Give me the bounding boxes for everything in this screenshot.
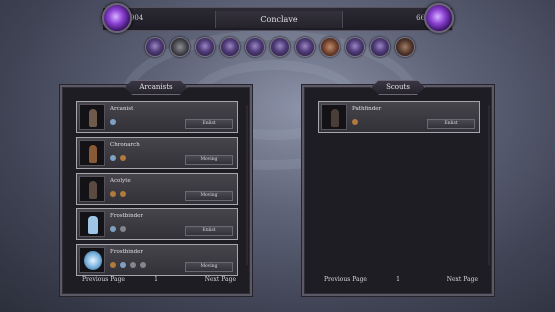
unit-traits	[110, 226, 126, 232]
arcane-icon[interactable]	[145, 37, 165, 57]
panel-title: Scouts	[371, 80, 425, 95]
unit-card[interactable]: Arcanist Enlist	[76, 101, 238, 133]
unit-name: Arcanist	[110, 106, 134, 112]
enlist-button[interactable]: Enlist	[185, 226, 233, 236]
enlist-button[interactable]: Enlist	[427, 119, 475, 129]
fire-mage-icon[interactable]	[320, 37, 340, 57]
unit-portrait	[79, 104, 105, 130]
knight-icon[interactable]	[270, 37, 290, 57]
veil-icon[interactable]	[345, 37, 365, 57]
page-number: 1	[396, 276, 400, 283]
moving-button[interactable]: Moving	[185, 191, 233, 201]
left-emblem-icon[interactable]	[102, 3, 132, 33]
pagination: Previous Page 1 Next Page	[304, 276, 492, 286]
unit-portrait	[79, 140, 105, 166]
unit-traits	[110, 119, 116, 125]
unit-card[interactable]: Frostbinder Moving	[76, 244, 238, 276]
unit-traits	[352, 119, 358, 125]
spectre-icon[interactable]	[170, 37, 190, 57]
unit-portrait	[79, 247, 105, 273]
warlock-icon[interactable]	[220, 37, 240, 57]
unit-card[interactable]: Acolyte Moving	[76, 173, 238, 205]
unit-traits	[110, 262, 146, 268]
sorcerer-icon[interactable]	[245, 37, 265, 57]
next-page-button[interactable]: Next Page	[205, 276, 236, 283]
scouts-panel: Scouts Pathfinder Enlist Previous Page 1…	[302, 85, 494, 296]
unit-name: Chronarch	[110, 142, 140, 148]
unit-portrait	[79, 211, 105, 237]
unit-portrait	[321, 104, 347, 130]
page-number: 1	[154, 276, 158, 283]
top-resource-bar: 98904 Conclave 6637	[102, 7, 453, 31]
previous-page-button[interactable]: Previous Page	[324, 276, 367, 283]
mage-icon[interactable]	[195, 37, 215, 57]
hero-icon-row	[145, 37, 415, 57]
arcanists-panel: Arcanists Arcanist Enlist Chronarch Movi…	[60, 85, 252, 296]
unit-name: Acolyte	[110, 178, 131, 184]
next-page-button[interactable]: Next Page	[447, 276, 478, 283]
enlist-button[interactable]: Enlist	[185, 119, 233, 129]
star-icon[interactable]	[370, 37, 390, 57]
previous-page-button[interactable]: Previous Page	[82, 276, 125, 283]
scrollbar[interactable]	[246, 105, 248, 265]
moving-button[interactable]: Moving	[185, 155, 233, 165]
unit-traits	[110, 191, 126, 197]
panel-title: Arcanists	[124, 80, 187, 95]
unit-card[interactable]: Frostbinder Enlist	[76, 208, 238, 240]
page-title: Conclave	[215, 11, 343, 28]
unit-portrait	[79, 176, 105, 202]
unit-name: Pathfinder	[352, 106, 382, 112]
unit-card[interactable]: Pathfinder Enlist	[318, 101, 480, 133]
right-emblem-icon[interactable]	[424, 3, 454, 33]
unit-name: Frostbinder	[110, 213, 144, 219]
moving-button[interactable]: Moving	[185, 262, 233, 272]
pagination: Previous Page 1 Next Page	[62, 276, 250, 286]
bear-icon[interactable]	[395, 37, 415, 57]
shade-icon[interactable]	[295, 37, 315, 57]
unit-traits	[110, 155, 126, 161]
unit-card[interactable]: Chronarch Moving	[76, 137, 238, 169]
scrollbar[interactable]	[488, 105, 490, 265]
unit-name: Frostbinder	[110, 249, 144, 255]
